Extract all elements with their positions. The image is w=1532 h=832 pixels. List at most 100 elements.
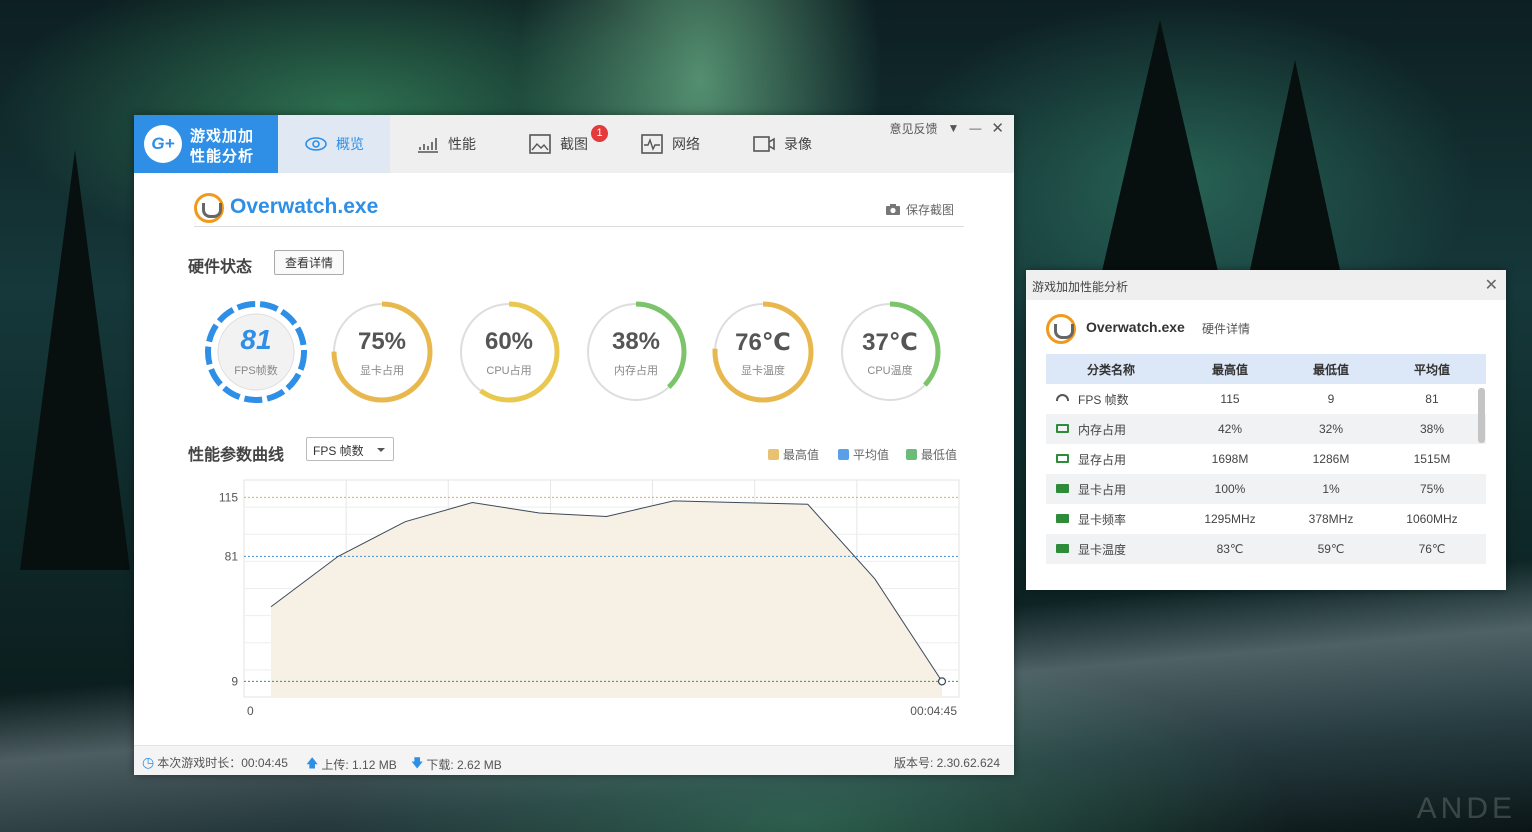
- table-row[interactable]: 显卡频率 1295MHz 378MHz 1060MHz: [1046, 504, 1486, 534]
- logo-badge: G+: [144, 125, 182, 163]
- chevron-down-icon[interactable]: ▼: [948, 121, 960, 135]
- version-text: 版本号: 2.30.62.624: [893, 756, 1000, 770]
- arrow-down-icon: 🡇: [411, 756, 424, 770]
- legend-label: 平均值: [853, 448, 890, 462]
- camera-icon: [753, 136, 775, 152]
- version-status: 版本号: 2.30.62.624: [894, 754, 1000, 771]
- camera-icon: [885, 204, 900, 215]
- gpu-icon: [1056, 484, 1069, 493]
- col-header-min: 最低值: [1284, 354, 1378, 384]
- legend-swatch: [906, 449, 917, 460]
- logo-line2: 性能分析: [190, 148, 255, 165]
- col-header-name: 分类名称: [1046, 354, 1176, 384]
- tab-screenshot[interactable]: 截图 1: [502, 115, 614, 173]
- row-min: 59℃: [1284, 534, 1378, 564]
- tab-recording[interactable]: 录像: [726, 115, 838, 173]
- row-max: 42%: [1176, 414, 1284, 444]
- row-max: 1698M: [1211, 452, 1249, 466]
- feedback-link[interactable]: 意见反馈: [890, 120, 938, 137]
- vram-icon: [1056, 454, 1069, 463]
- table-row[interactable]: FPS 帧数 115 9 81: [1046, 384, 1486, 414]
- legend-swatch: [838, 449, 849, 460]
- overwatch-logo-icon: [1046, 314, 1076, 344]
- table-header-row: 分类名称 最高值 最低值 平均值: [1046, 354, 1486, 384]
- close-icon[interactable]: ✕: [991, 119, 1004, 137]
- row-name-label: 内存占用: [1078, 422, 1127, 437]
- gpu-icon: [1056, 544, 1069, 553]
- status-bar: ◷ 本次游戏时长：00:04:45 🡅 上传: 1.12 MB 🡇 下载: 2.62 …: [134, 745, 1014, 775]
- gauge-2: 60% CPU占用: [457, 300, 561, 404]
- window-controls: 意见反馈 ▼ — ✕: [890, 119, 1004, 137]
- gauge-value: 38%: [611, 328, 661, 355]
- row-min: 9: [1327, 392, 1335, 406]
- download-status: 🡇 下载: 2.62 MB: [411, 754, 502, 775]
- legend-avg: 平均值: [838, 446, 889, 463]
- hardware-detail-window: 游戏加加性能分析 ✕ Overwatch.exe 硬件详情 分类名称 最高值 最…: [1026, 270, 1506, 590]
- detail-title-bar: 游戏加加性能分析 ✕: [1026, 270, 1506, 300]
- row-max: 1295MHz: [1204, 512, 1256, 526]
- metric-select[interactable]: FPS 帧数: [306, 437, 394, 461]
- row-name-label: 显卡频率: [1078, 512, 1127, 527]
- row-avg: 76℃: [1377, 534, 1486, 564]
- tab-label: 录像: [784, 136, 812, 152]
- detail-subtitle: 硬件详情: [1202, 322, 1251, 336]
- table-row[interactable]: 显卡温度 83℃ 59℃ 76℃: [1046, 534, 1486, 564]
- row-avg: 1515M: [1413, 452, 1451, 466]
- row-max: 100%: [1176, 474, 1284, 504]
- upload-text: 上传: 1.12 MB: [321, 758, 397, 772]
- screenshot-count-badge: 1: [591, 125, 608, 142]
- overwatch-logo-icon: [194, 193, 224, 223]
- close-icon[interactable]: ✕: [1485, 275, 1498, 295]
- table-row[interactable]: 显卡占用 100% 1% 75%: [1046, 474, 1486, 504]
- table-row[interactable]: 内存占用 42% 32% 38%: [1046, 414, 1486, 444]
- fps-curve-chart: 115 81 9 0 00:04:45: [219, 479, 960, 718]
- download-text: 下载: 2.62 MB: [426, 758, 502, 772]
- row-name: 显卡温度: [1046, 534, 1176, 564]
- gauge-icon: [1056, 394, 1069, 401]
- gauge-value: 75%: [357, 328, 407, 355]
- legend-min: 最低值: [906, 446, 957, 463]
- gauge-value: 81: [240, 324, 272, 355]
- tree: [1100, 20, 1220, 280]
- col-header-avg: 平均值: [1377, 354, 1486, 384]
- curve-title: 性能参数曲线: [188, 447, 285, 464]
- tab-overview[interactable]: 概览: [278, 115, 390, 173]
- tab-label: 截图: [560, 136, 588, 152]
- gauge-label: CPU占用: [486, 365, 532, 377]
- watermark: ANDE: [1416, 792, 1516, 825]
- view-details-button[interactable]: 查看详情: [274, 250, 345, 275]
- gauge-value: 60%: [484, 328, 534, 355]
- y-tick-label: 115: [219, 490, 238, 504]
- col-header-max: 最高值: [1176, 354, 1284, 384]
- tree: [1250, 60, 1340, 270]
- row-name: 显卡占用: [1046, 474, 1176, 504]
- tab-performance[interactable]: 性能: [390, 115, 502, 173]
- gauge-label: 显卡占用: [360, 365, 404, 377]
- logo-line1: 游戏加加: [190, 128, 255, 145]
- gauge-3: 38% 内存占用: [584, 300, 688, 404]
- tab-label: 概览: [336, 136, 364, 152]
- save-screenshot-button[interactable]: 保存截图: [885, 201, 954, 218]
- save-screenshot-label: 保存截图: [905, 203, 954, 217]
- row-name-label: 显卡占用: [1078, 482, 1127, 497]
- eye-icon: [305, 137, 327, 151]
- title-bar: G+ 游戏加加 性能分析 概览 性能 截图 1 网络 录像 意见反馈 ▼ — ✕: [134, 115, 1014, 173]
- last-point: [937, 677, 947, 686]
- row-name-label: 显存占用: [1078, 452, 1127, 467]
- row-name: FPS 帧数: [1046, 384, 1176, 414]
- upload-status: 🡅 上传: 1.12 MB: [306, 754, 397, 775]
- table-row[interactable]: 显存占用 1698M 1286M 1515M: [1046, 444, 1486, 474]
- memory-icon: [1056, 424, 1069, 433]
- gauge-label: 显卡温度: [741, 365, 785, 377]
- table-scrollbar[interactable]: [1478, 388, 1485, 443]
- row-name-label: FPS 帧数: [1078, 392, 1129, 407]
- minimize-icon[interactable]: —: [969, 121, 981, 135]
- row-max: 83℃: [1176, 534, 1284, 564]
- tab-label: 网络: [672, 136, 700, 152]
- x-end-label: 00:04:45: [910, 704, 957, 718]
- tab-network[interactable]: 网络: [614, 115, 726, 173]
- row-avg: 1060MHz: [1406, 512, 1458, 526]
- gauge-value: 37℃: [862, 329, 918, 356]
- gauge-5: 37℃ CPU温度: [838, 300, 942, 404]
- row-name: 显存占用: [1046, 444, 1176, 474]
